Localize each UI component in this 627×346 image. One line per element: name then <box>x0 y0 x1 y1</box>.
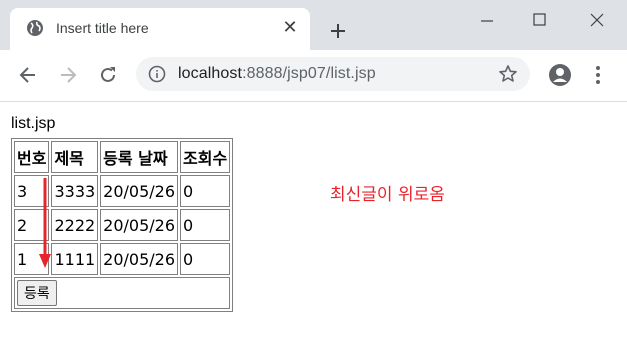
browser-tab[interactable]: Insert title here ✕ <box>10 8 310 50</box>
cell-views: 0 <box>180 175 231 207</box>
tab-strip: Insert title here ✕ <box>0 0 627 50</box>
cell-title: 3333 <box>51 175 99 207</box>
cell-title: 1111 <box>51 243 99 275</box>
address-bar[interactable]: localhost:8888/jsp07/list.jsp <box>136 57 530 91</box>
table-footer-row: 등록 <box>14 277 231 309</box>
reload-icon[interactable] <box>97 64 119 86</box>
cell-views: 0 <box>180 243 231 275</box>
close-tab-icon[interactable]: ✕ <box>281 19 299 37</box>
bookmark-star-icon[interactable] <box>498 64 518 84</box>
minimize-icon[interactable] <box>479 12 495 28</box>
account-icon[interactable] <box>548 63 572 87</box>
back-arrow-icon[interactable] <box>17 64 39 86</box>
cell-date: 20/05/26 <box>100 209 179 241</box>
table-header-row: 번호 제목 등록 날짜 조회수 <box>14 141 231 173</box>
window-close-icon[interactable] <box>589 12 605 28</box>
info-icon[interactable] <box>148 65 166 83</box>
cell-views: 0 <box>180 209 231 241</box>
url-host: localhost <box>178 65 243 82</box>
annotation-text: 최신글이 위로옴 <box>330 185 445 205</box>
url-path: :8888/jsp07/list.jsp <box>242 65 376 82</box>
maximize-icon[interactable] <box>532 12 548 28</box>
url-text: localhost:8888/jsp07/list.jsp <box>178 65 376 83</box>
new-tab-icon[interactable] <box>329 22 347 40</box>
page-title: list.jsp <box>11 115 56 132</box>
register-button[interactable]: 등록 <box>17 280 57 306</box>
browser-toolbar: localhost:8888/jsp07/list.jsp <box>0 50 627 102</box>
menu-dots-icon[interactable] <box>590 64 606 86</box>
down-arrow-icon <box>39 178 51 268</box>
header-number: 번호 <box>14 141 50 173</box>
forward-arrow-icon[interactable] <box>57 64 79 86</box>
cell-date: 20/05/26 <box>100 175 179 207</box>
page-content: list.jsp 번호 제목 등록 날짜 조회수 3 3333 20/05/26… <box>0 102 627 346</box>
footer-cell: 등록 <box>14 277 231 309</box>
cell-title: 2222 <box>51 209 99 241</box>
header-date: 등록 날짜 <box>100 141 179 173</box>
header-views: 조회수 <box>180 141 231 173</box>
cell-date: 20/05/26 <box>100 243 179 275</box>
globe-icon <box>27 20 43 36</box>
tab-title: Insert title here <box>56 20 149 36</box>
header-title: 제목 <box>51 141 99 173</box>
